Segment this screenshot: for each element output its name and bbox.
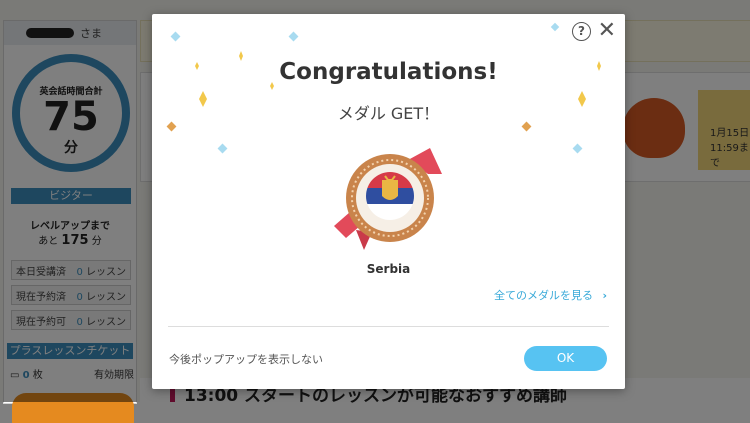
modal-divider xyxy=(168,326,609,327)
modal-title: Congratulations! xyxy=(279,59,498,85)
chevron-right-icon: › xyxy=(602,289,607,302)
medal-name: Serbia xyxy=(366,262,411,276)
serbia-medal-icon xyxy=(334,148,442,250)
all-medals-label: 全てのメダルを見る xyxy=(493,289,593,302)
all-medals-link[interactable]: 全てのメダルを見る › xyxy=(494,287,607,303)
ok-button[interactable]: OK xyxy=(524,346,607,371)
modal-subtitle: メダル GET！ xyxy=(337,104,440,123)
dont-show-again-link[interactable]: 今後ポップアップを表示しない xyxy=(169,351,323,367)
medal-modal: ? ✕ Congratulations! メダル GET！ Serbia 全ての… xyxy=(152,14,625,389)
